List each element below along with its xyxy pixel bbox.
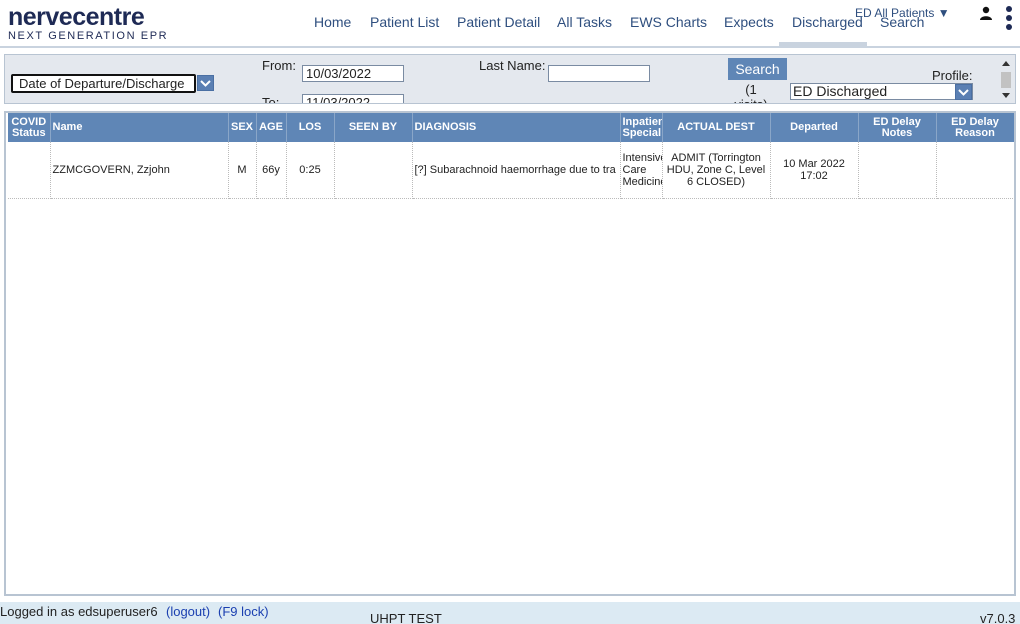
- header-divider: [0, 46, 1020, 48]
- col-covid-status[interactable]: COVID Status: [8, 113, 51, 142]
- last-name-input[interactable]: [548, 65, 650, 82]
- f9-lock-link[interactable]: (F9 lock): [218, 604, 269, 619]
- logo-tagline: NEXT GENERATION EPR: [8, 30, 169, 42]
- discharged-table-panel: COVID Status Name SEX AGE LOS SEEN BY DI…: [4, 111, 1016, 596]
- nav-ews-charts[interactable]: EWS Charts: [630, 14, 707, 30]
- nav-home[interactable]: Home: [314, 14, 351, 30]
- cell-actual-dest: ADMIT (Torrington HDU, Zone C, Level 6 C…: [662, 142, 771, 199]
- user-icon[interactable]: [979, 6, 993, 20]
- logo-wordmark: nervecentre: [8, 3, 145, 31]
- chevron-down-icon: [958, 89, 969, 96]
- environment-label: UHPT TEST: [370, 611, 442, 624]
- cell-ed-delay-notes: [858, 142, 937, 199]
- chevron-down-icon: [200, 80, 211, 87]
- cell-sex: M: [228, 142, 257, 199]
- cell-inpatient-specialty: Intensive Care Medicine: [620, 142, 663, 199]
- col-name[interactable]: Name: [50, 113, 229, 142]
- date-type-dropdown-button[interactable]: [197, 75, 214, 91]
- app-header: nervecentre NEXT GENERATION EPR Home Pat…: [0, 0, 1020, 46]
- profile-select[interactable]: ED Discharged: [790, 83, 973, 100]
- logout-link[interactable]: (logout): [166, 604, 210, 619]
- col-age[interactable]: AGE: [256, 113, 287, 142]
- version-label: v7.0.3: [980, 611, 1016, 624]
- discharged-patients-table: COVID Status Name SEX AGE LOS SEEN BY DI…: [8, 113, 1014, 199]
- nav-patient-detail[interactable]: Patient Detail: [457, 14, 540, 30]
- filter-bar: Date of Departure/Discharge From: 10/03/…: [4, 54, 1016, 104]
- table-header-row: COVID Status Name SEX AGE LOS SEEN BY DI…: [8, 113, 1014, 142]
- filter-scrollbar[interactable]: [999, 57, 1013, 101]
- col-los[interactable]: LOS: [286, 113, 335, 142]
- logged-in-text: Logged in as edsuperuser6: [0, 604, 158, 619]
- table-row[interactable]: ZZMCGOVERN, Zzjohn M 66y 0:25 [?] Subara…: [8, 142, 1014, 199]
- col-ed-delay-reason[interactable]: ED Delay Reason: [936, 113, 1014, 142]
- last-name-label: Last Name:: [479, 58, 546, 73]
- nav-expects[interactable]: Expects: [724, 14, 774, 30]
- cell-ed-delay-reason: [936, 142, 1014, 199]
- col-actual-dest[interactable]: ACTUAL DEST: [662, 113, 771, 142]
- from-label: From:: [262, 58, 296, 73]
- nav-patient-list[interactable]: Patient List: [370, 14, 439, 30]
- profile-dropdown-button[interactable]: [955, 84, 972, 100]
- cell-covid-status: [8, 142, 51, 199]
- date-type-select[interactable]: Date of Departure/Discharge: [11, 74, 196, 93]
- from-date-input[interactable]: 10/03/2022: [302, 65, 404, 82]
- nervecentre-logo[interactable]: nervecentre NEXT GENERATION EPR: [8, 4, 168, 42]
- search-button[interactable]: Search: [728, 58, 787, 80]
- cell-departed: 10 Mar 2022 17:02: [770, 142, 859, 199]
- col-ed-delay-notes[interactable]: ED Delay Notes: [858, 113, 937, 142]
- visit-count: (1 visits): [734, 82, 767, 103]
- profile-label: Profile:: [932, 68, 973, 83]
- cell-diagnosis: [?] Subarachnoid haemorrhage due to tra: [412, 142, 621, 199]
- to-label: To:: [262, 95, 280, 104]
- cell-los: 0:25: [286, 142, 335, 199]
- status-footer: Logged in as edsuperuser6 (logout) (F9 l…: [0, 602, 1020, 624]
- col-sex[interactable]: SEX: [228, 113, 257, 142]
- col-diagnosis[interactable]: DIAGNOSIS: [412, 113, 621, 142]
- to-date-input[interactable]: 11/03/2022: [302, 94, 404, 103]
- nav-discharged[interactable]: Discharged: [792, 14, 863, 30]
- cell-seen-by: [334, 142, 413, 199]
- cell-age: 66y: [256, 142, 287, 199]
- kebab-menu-icon[interactable]: [1005, 6, 1013, 36]
- ward-selector[interactable]: ED All Patients ▼: [855, 6, 950, 20]
- col-seen-by[interactable]: SEEN BY: [334, 113, 413, 142]
- nav-all-tasks[interactable]: All Tasks: [557, 14, 612, 30]
- col-inpatient-specialty[interactable]: Inpatient Special: [620, 113, 663, 142]
- cell-name: ZZMCGOVERN, Zzjohn: [50, 142, 229, 199]
- col-departed[interactable]: Departed: [770, 113, 859, 142]
